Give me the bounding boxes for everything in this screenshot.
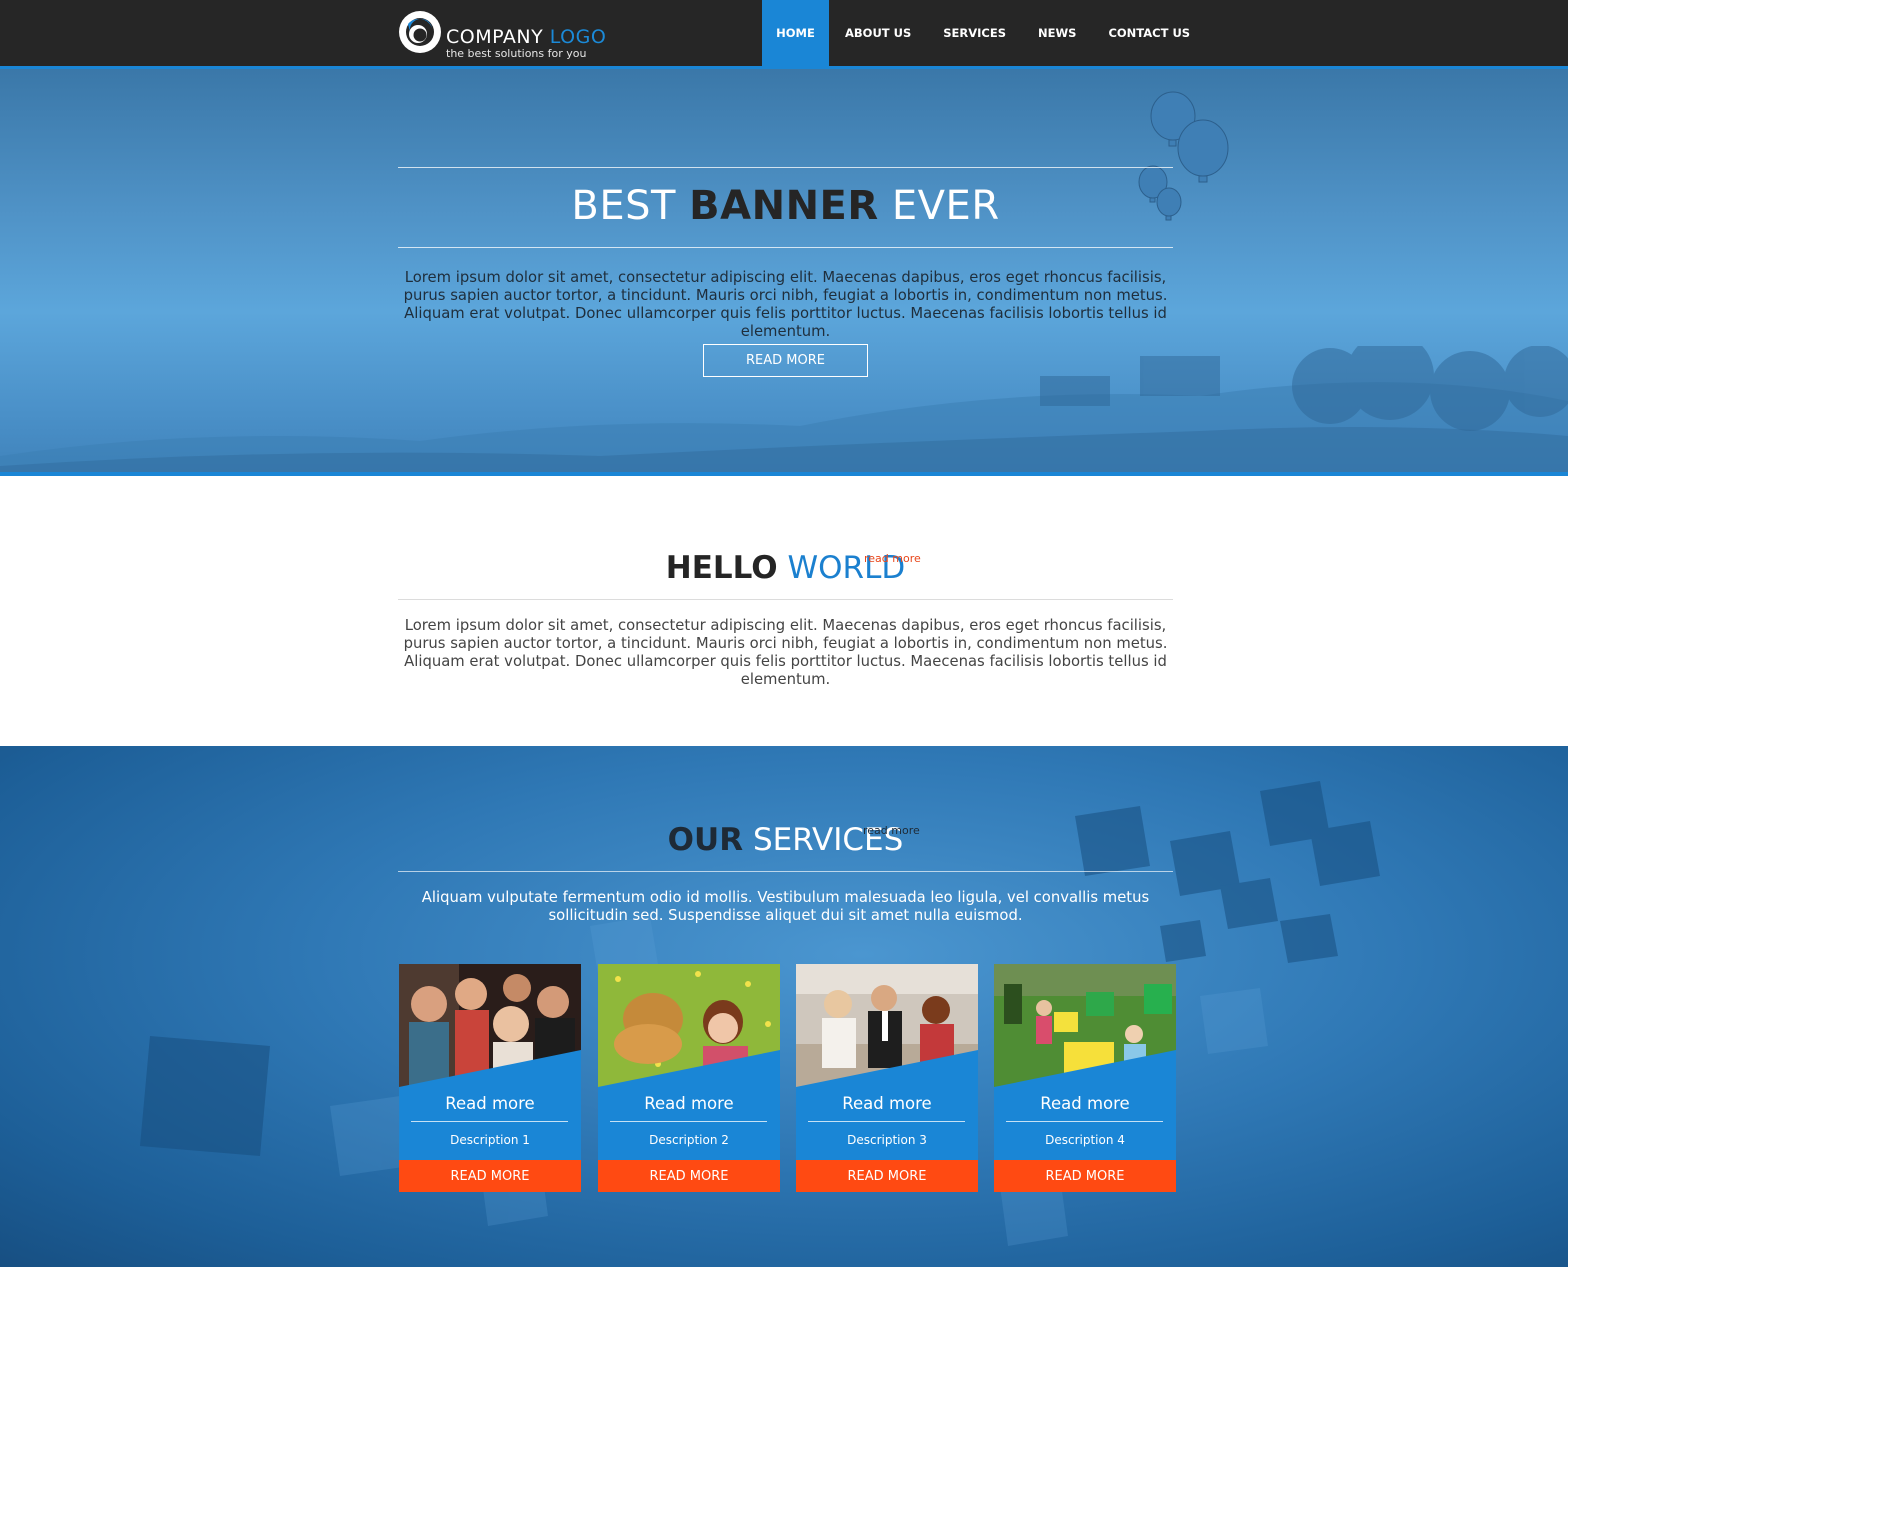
nav-item-contact-us[interactable]: CONTACT US (1092, 0, 1206, 66)
card-3-description: Description 3 (847, 1133, 927, 1147)
hero-divider-top (398, 167, 1173, 168)
nav-item-about-us[interactable]: ABOUT US (829, 0, 927, 66)
nav-item-services[interactable]: SERVICES (927, 0, 1022, 66)
hero-divider-bottom (398, 247, 1173, 248)
service-card-2: Read more Description 2 READ MORE (598, 964, 780, 1192)
hero-title-word-1: BEST (571, 183, 676, 229)
hero-title-word-3: EVER (891, 183, 1000, 229)
logo-word-company: COMPANY (446, 26, 544, 48)
card-3-read-more-button[interactable]: READ MORE (796, 1160, 978, 1192)
hello-section-title: HELLO WORLD (398, 550, 1173, 586)
card-4-description: Description 4 (1045, 1133, 1125, 1147)
card-4-read-more-button[interactable]: READ MORE (994, 1160, 1176, 1192)
hero-text: Lorem ipsum dolor sit amet, consectetur … (403, 269, 1168, 340)
logo-icon (399, 11, 441, 53)
card-3-heading[interactable]: Read more (796, 1094, 978, 1113)
hero-top-border (0, 66, 1568, 69)
services-divider (398, 871, 1173, 872)
card-4-heading[interactable]: Read more (994, 1094, 1176, 1113)
card-1-description: Description 1 (450, 1133, 530, 1147)
hello-title-dark: HELLO (665, 550, 778, 586)
logo-tagline: the best solutions for you (446, 47, 587, 60)
hello-text: Lorem ipsum dolor sit amet, consectetur … (403, 617, 1168, 688)
card-2-heading[interactable]: Read more (598, 1094, 780, 1113)
hello-read-more-link[interactable]: read more (864, 552, 921, 565)
hero-title-word-2: BANNER (689, 183, 879, 229)
hero-bottom-border (0, 472, 1568, 476)
service-card-3: Read more Description 3 READ MORE (796, 964, 978, 1192)
service-card-1: Read more Description 1 READ MORE (399, 964, 581, 1192)
service-card-4: Read more Description 4 READ MORE (994, 964, 1176, 1192)
hero-title: BEST BANNER EVER (398, 183, 1173, 229)
logo-title: COMPANY LOGO (446, 26, 606, 48)
services-read-more-link[interactable]: read more (863, 824, 920, 837)
card-2-read-more-button[interactable]: READ MORE (598, 1160, 780, 1192)
card-1-read-more-button[interactable]: READ MORE (399, 1160, 581, 1192)
top-navigation-bar: COMPANY LOGO the best solutions for you … (0, 0, 1568, 66)
hero-banner: BEST BANNER EVER Lorem ipsum dolor sit a… (0, 66, 1568, 476)
nav-item-news[interactable]: NEWS (1022, 0, 1092, 66)
hero-read-more-button[interactable]: READ MORE (703, 344, 868, 377)
hello-divider (398, 599, 1173, 600)
logo-word-logo: LOGO (549, 26, 607, 48)
main-nav: HOME ABOUT US SERVICES NEWS CONTACT US (762, 0, 1206, 66)
services-title-dark: OUR (667, 822, 744, 858)
card-1-heading[interactable]: Read more (399, 1094, 581, 1113)
services-section-title: OUR SERVICES (398, 822, 1173, 858)
nav-item-home[interactable]: HOME (762, 0, 829, 66)
card-2-description: Description 2 (649, 1133, 729, 1147)
services-text: Aliquam vulputate fermentum odio id moll… (421, 889, 1150, 924)
